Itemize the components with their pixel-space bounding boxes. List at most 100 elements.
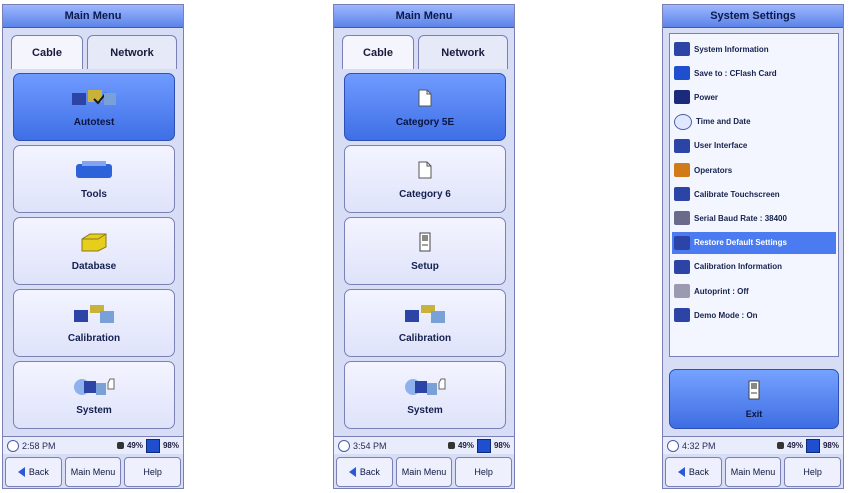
main-menu-button[interactable]: Main Menu xyxy=(64,457,122,487)
system-label: System xyxy=(407,404,443,416)
setup-icon xyxy=(417,231,433,253)
lock-icon xyxy=(447,442,455,449)
pda-icon xyxy=(674,308,690,323)
lock-percent: 49% xyxy=(457,441,474,450)
settings-item-label: Demo Mode : On xyxy=(694,310,758,320)
battery-percent: 98% xyxy=(822,441,839,450)
settings-item-label: User Interface xyxy=(694,141,748,151)
help-button[interactable]: Help xyxy=(455,457,513,487)
tab-cable[interactable]: Cable xyxy=(342,35,414,69)
settings-item[interactable]: Time and Date xyxy=(672,111,836,133)
autotest-button[interactable]: Autotest xyxy=(13,73,175,141)
status-bar: 2:58 PM 49% 98% xyxy=(3,436,183,454)
exit-button[interactable]: Exit xyxy=(669,369,839,429)
settings-item-label: Calibrate Touchscreen xyxy=(694,189,780,199)
main-menu-panel-category: Main Menu Cable Network Category 5E Cate… xyxy=(333,4,515,489)
calibration-label: Calibration xyxy=(398,332,452,344)
clock-icon xyxy=(667,439,679,452)
clock-icon xyxy=(338,439,350,452)
settings-item-label: Operators xyxy=(694,165,733,175)
back-button[interactable]: Back xyxy=(665,457,722,487)
main-menu-panel-cable: Main Menu Cable Network Autotest Tools D… xyxy=(2,4,184,489)
calibration-icon xyxy=(70,303,118,325)
tab-network[interactable]: Network xyxy=(87,35,177,69)
main-menu-button[interactable]: Main Menu xyxy=(395,457,453,487)
system-button[interactable]: System xyxy=(344,361,506,429)
settings-item-label: Autoprint : Off xyxy=(694,286,749,296)
category-6-label: Category 6 xyxy=(399,188,451,200)
calibration-button[interactable]: Calibration xyxy=(344,289,506,357)
back-button[interactable]: Back xyxy=(5,457,62,487)
settings-item-label: Power xyxy=(694,92,719,102)
battery-icon xyxy=(476,438,491,453)
back-label: Back xyxy=(28,467,49,477)
settings-list: System Information Save to : CFlash Card P… xyxy=(669,33,839,357)
settings-item[interactable]: User Interface xyxy=(672,135,836,157)
settings-item[interactable]: Serial Baud Rate : 38400 xyxy=(672,207,836,229)
help-button[interactable]: Help xyxy=(124,457,182,487)
system-settings-panel: System Settings System Information Save t… xyxy=(662,4,844,489)
system-button[interactable]: System xyxy=(13,361,175,429)
settings-item-label: Time and Date xyxy=(696,117,751,127)
calibration-icon xyxy=(401,303,449,325)
calibration-label: Calibration xyxy=(67,332,121,344)
settings-item[interactable]: Save to : CFlash Card xyxy=(672,62,836,84)
tab-cable[interactable]: Cable xyxy=(11,35,83,69)
settings-item-label: Save to : CFlash Card xyxy=(694,68,777,78)
settings-item-label: Serial Baud Rate : 38400 xyxy=(694,213,787,223)
document-icon xyxy=(417,87,433,109)
back-button[interactable]: Back xyxy=(336,457,393,487)
status-bar: 3:54 PM 49% 98% xyxy=(334,436,514,454)
lock-icon xyxy=(116,442,124,449)
settings-item-label: System Information xyxy=(694,44,769,54)
tools-label: Tools xyxy=(81,188,107,200)
back-arrow-icon xyxy=(348,467,356,477)
database-button[interactable]: Database xyxy=(13,217,175,285)
clock-icon xyxy=(674,113,692,130)
window-title: System Settings xyxy=(663,5,843,28)
status-time: 2:58 PM xyxy=(22,440,56,451)
category-5e-button[interactable]: Category 5E xyxy=(344,73,506,141)
status-bar: 4:32 PM 49% 98% xyxy=(663,436,843,454)
calibration-button[interactable]: Calibration xyxy=(13,289,175,357)
serial-icon xyxy=(674,211,690,226)
back-arrow-icon xyxy=(17,467,25,477)
status-time: 3:54 PM xyxy=(353,440,387,451)
back-label: Back xyxy=(688,467,709,477)
system-icon xyxy=(70,375,118,397)
autotest-icon xyxy=(70,87,118,109)
settings-item[interactable]: Calibrate Touchscreen xyxy=(672,183,836,205)
settings-item[interactable]: Autoprint : Off xyxy=(672,280,836,302)
tab-network[interactable]: Network xyxy=(418,35,508,69)
setup-label: Setup xyxy=(411,260,439,272)
settings-item[interactable]: Calibration Information xyxy=(672,256,836,278)
settings-item[interactable]: Restore Default Settings xyxy=(672,231,836,254)
pda-icon xyxy=(674,259,690,274)
settings-item-label: Calibration Information xyxy=(694,262,782,272)
battery-icon xyxy=(674,90,690,105)
database-label: Database xyxy=(71,260,117,272)
category-6-button[interactable]: Category 6 xyxy=(344,145,506,213)
setup-button[interactable]: Setup xyxy=(344,217,506,285)
settings-item[interactable]: Operators xyxy=(672,159,836,181)
settings-item[interactable]: System Information xyxy=(672,38,836,60)
battery-icon xyxy=(145,438,160,453)
main-menu-button[interactable]: Main Menu xyxy=(724,457,782,487)
exit-label: Exit xyxy=(745,409,763,419)
pda-icon xyxy=(674,235,690,250)
category-5e-label: Category 5E xyxy=(395,116,455,128)
pda-icon xyxy=(674,187,690,202)
database-icon xyxy=(76,231,112,253)
tools-button[interactable]: Tools xyxy=(13,145,175,213)
back-label: Back xyxy=(359,467,380,477)
autotest-label: Autotest xyxy=(73,116,115,128)
window-title: Main Menu xyxy=(3,5,183,28)
lock-icon xyxy=(776,442,784,449)
help-button[interactable]: Help xyxy=(784,457,842,487)
pda-icon xyxy=(674,138,690,153)
document-icon xyxy=(417,159,433,181)
settings-item[interactable]: Demo Mode : On xyxy=(672,304,836,326)
lock-percent: 49% xyxy=(126,441,143,450)
settings-item[interactable]: Power xyxy=(672,86,836,108)
battery-percent: 98% xyxy=(493,441,510,450)
